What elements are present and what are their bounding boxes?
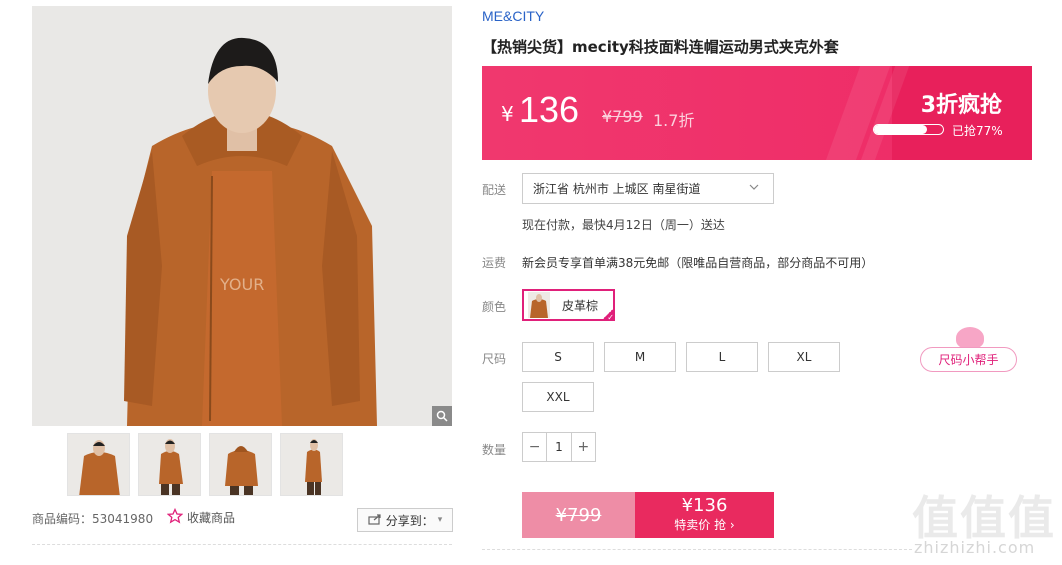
current-price: 136 [519,89,580,130]
zoom-icon[interactable] [432,406,452,426]
quantity-label: 数量 [482,443,507,457]
buy-action-label: 特卖价 抢 › [674,518,735,532]
chevron-down-icon [749,182,759,195]
size-option-xl[interactable]: XL [768,342,840,372]
color-option-selected[interactable]: 皮革棕 ✓ [522,289,615,322]
thumbnail-strip [67,433,343,496]
watermark-url: zhizhizhi.com [914,538,1036,557]
sold-percentage: 已抢77% [952,124,1003,138]
discount-label: 1.7折 [653,111,695,130]
original-price: ¥799 [602,107,643,126]
sold-progress-fill [874,125,928,134]
buy-now-button[interactable]: ¥136 特卖价 抢 › [635,492,774,538]
divider [482,549,912,550]
quantity-stepper: − 1 + [522,432,596,462]
thumbnail-side[interactable] [138,433,201,496]
buy-price: ¥136 [681,495,728,516]
shipping-label: 运费 [482,256,507,270]
price-banner: ¥ 136 ¥799 1.7折 3折疯抢 已抢77% [482,66,1032,160]
promo-title: 3折疯抢 [920,93,1002,118]
original-price-button[interactable]: ¥799 [522,492,635,538]
thumbnail-profile[interactable] [280,433,343,496]
favorite-label: 收藏商品 [187,511,236,525]
size-option-s[interactable]: S [522,342,594,372]
size-label: 尺码 [482,352,507,366]
color-option-label: 皮革棕 [562,298,599,313]
site-watermark: 值值值 zhizhizhi.com [912,482,1057,562]
thumbnail-back[interactable] [209,433,272,496]
product-main-image[interactable]: YOUR [32,6,452,426]
shipping-text: 新会员专享首单满38元免邮（限唯品自营商品，部分商品不可用） [522,256,874,270]
color-swatch-image [528,292,550,318]
delivery-note: 现在付款，最快4月12日（周一）送达 [522,218,725,232]
size-option-m[interactable]: M [604,342,676,372]
color-label: 颜色 [482,300,507,314]
share-button[interactable]: 分享到： ▾ [357,508,453,532]
brand-link[interactable]: ME&CITY [482,8,544,24]
address-select[interactable]: 浙江省 杭州市 上城区 南星街道 [522,173,774,204]
size-helper-label: 尺码小帮手 [920,347,1017,372]
svg-text:YOUR: YOUR [219,275,264,294]
quantity-plus-button[interactable]: + [572,433,595,461]
thumbnail-front[interactable] [67,433,130,496]
size-helper-button[interactable]: 尺码小帮手 [920,327,1018,373]
currency-symbol: ¥ [501,102,514,126]
star-icon [166,507,184,527]
check-icon: ✓ [601,307,615,322]
quantity-input[interactable]: 1 [546,433,572,461]
favorite-button[interactable]: 收藏商品 [166,507,236,527]
address-value: 浙江省 杭州市 上城区 南星街道 [533,182,701,196]
size-option-xxl[interactable]: XXL [522,382,594,412]
share-icon [368,513,382,528]
jacket-model-illustration: YOUR [32,6,452,426]
product-title: 【热销尖货】mecity科技面料连帽运动男式夹克外套 [482,38,839,56]
product-code: 商品编码：53041980 [32,512,154,526]
quantity-minus-button[interactable]: − [523,433,546,461]
sold-progress-bar [873,124,944,135]
mascot-icon [956,327,984,349]
size-option-l[interactable]: L [686,342,758,372]
caret-down-icon: ▾ [437,515,443,525]
share-label: 分享到： [385,513,434,528]
divider [32,544,452,545]
delivery-label: 配送 [482,183,507,197]
